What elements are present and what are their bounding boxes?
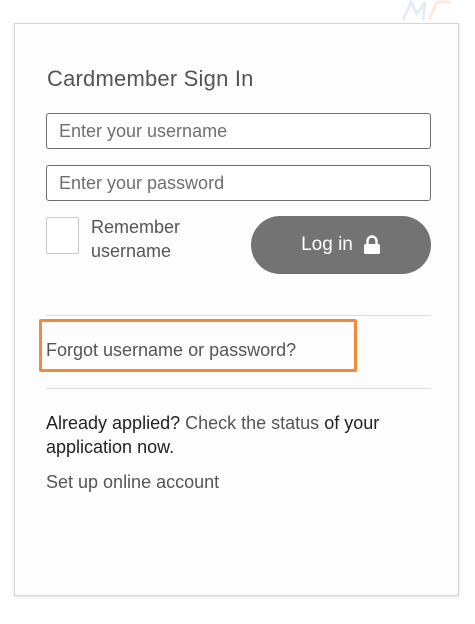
application-status-text: Already applied? Check the status of you…: [46, 411, 436, 459]
watermark-logo: [401, 0, 451, 21]
remember-username-label: Remember username: [91, 217, 181, 261]
divider: [46, 315, 431, 316]
setup-online-account-link[interactable]: Set up online account: [46, 472, 219, 493]
page: Cardmember Sign In Remember username Log…: [0, 0, 475, 624]
divider: [46, 388, 431, 389]
remember-username-checkbox[interactable]: [46, 217, 79, 254]
username-input[interactable]: [46, 113, 431, 149]
lock-icon: [363, 235, 380, 254]
sign-in-title: Cardmember Sign In: [47, 66, 254, 91]
sign-in-card: Cardmember Sign In Remember username Log…: [14, 23, 459, 596]
password-input[interactable]: [46, 165, 431, 201]
forgot-username-password-link[interactable]: Forgot username or password?: [46, 340, 296, 361]
applied-prefix: Already applied?: [46, 413, 186, 433]
login-button-label: Log in: [301, 234, 353, 255]
login-button[interactable]: Log in: [251, 216, 431, 274]
check-status-link[interactable]: Check the status: [185, 413, 319, 433]
